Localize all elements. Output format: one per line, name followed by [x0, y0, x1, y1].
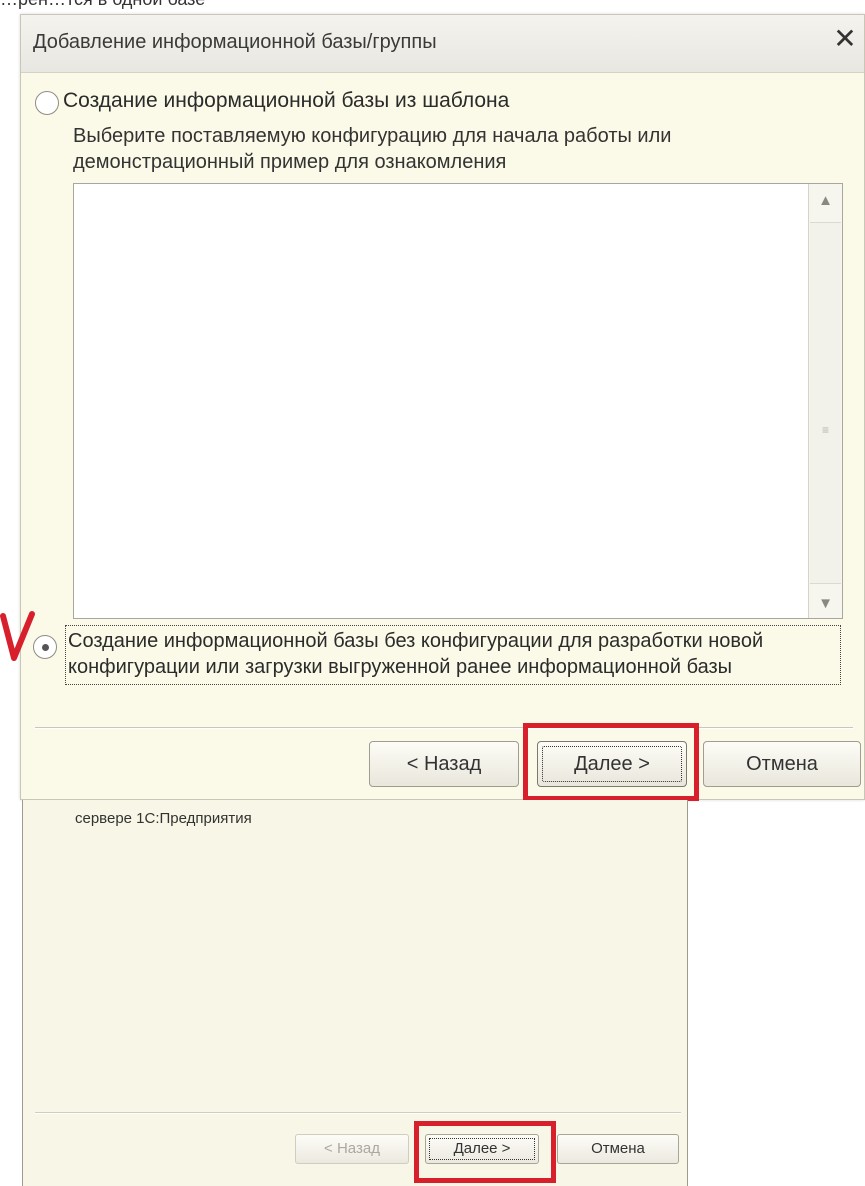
template-list[interactable]: ▲ ≡ ▼	[73, 183, 843, 619]
scroll-up-arrow-icon[interactable]: ▲	[809, 192, 842, 209]
second-cancel-button[interactable]: Отмена	[557, 1134, 679, 1164]
template-description: Выберите поставляемую конфигурацию для н…	[73, 125, 672, 173]
dialog-titlebar: Добавление информационной базы/группы ✕	[21, 15, 864, 73]
highlight-second-next-button	[414, 1121, 556, 1183]
scroll-down-arrow-icon[interactable]: ▼	[809, 595, 842, 612]
radio-selected-dot	[42, 644, 49, 651]
scrollbar-grip-icon: ≡	[822, 423, 830, 437]
cropped-top-text: …рен…тся в одной базе	[0, 0, 205, 10]
second-dialog-text: сервере 1С:Предприятия	[75, 810, 252, 827]
back-button[interactable]: < Назад	[369, 741, 519, 787]
second-back-button[interactable]: < Назад	[295, 1134, 409, 1164]
radio-create-from-template-label[interactable]: Создание информационной базы из шаблона	[63, 89, 509, 113]
second-dialog: сервере 1С:Предприятия < Назад Далее > О…	[22, 800, 688, 1186]
template-list-scrollbar[interactable]: ▲ ≡ ▼	[808, 184, 842, 618]
dialog-title: Добавление информационной базы/группы	[33, 31, 437, 53]
highlight-next-button	[523, 723, 699, 801]
dialog-separator	[35, 727, 853, 729]
close-icon[interactable]: ✕	[832, 25, 858, 53]
radio-create-from-template[interactable]	[35, 91, 59, 115]
add-infobase-dialog: Добавление информационной базы/группы ✕ …	[20, 14, 865, 800]
radio-create-empty-label[interactable]: Создание информационной базы без конфигу…	[65, 625, 841, 685]
scrollbar-thumb[interactable]: ≡	[810, 222, 841, 584]
cancel-button[interactable]: Отмена	[703, 741, 861, 787]
second-dialog-separator	[35, 1112, 681, 1114]
red-checkmark-icon	[0, 611, 35, 661]
